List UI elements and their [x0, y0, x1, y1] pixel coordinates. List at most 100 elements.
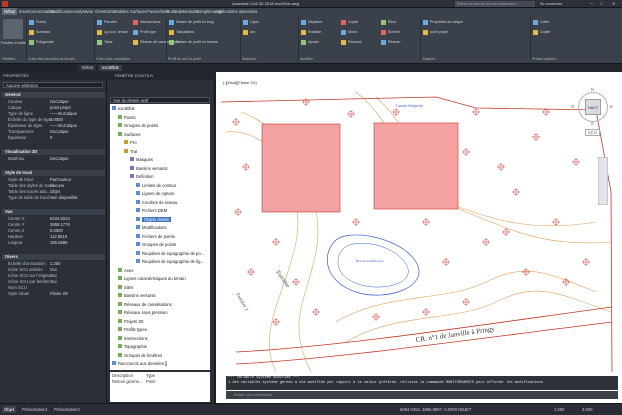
ribbon-tool-icon[interactable]	[169, 40, 174, 45]
drawing-canvas[interactable]: [-][Haut][Filaire 2D] Limite d'emprise Fo…	[216, 72, 622, 403]
property-row[interactable]: Épaisseur 0	[4, 135, 104, 140]
tree-item[interactable]: Courbes de niveau	[136, 199, 177, 205]
property-row[interactable]: Épaisseur de ligne ——DuCalque	[4, 123, 104, 128]
property-value[interactable]: ——DuCalque	[50, 111, 77, 116]
navigation-bar[interactable]	[598, 157, 608, 205]
property-value[interactable]: 1.0000	[50, 117, 63, 122]
ribbon-tool-icon[interactable]	[301, 30, 306, 35]
property-row[interactable]: Centre Y 3858.1776	[4, 222, 104, 227]
property-value[interactable]: DuCalque	[50, 99, 69, 104]
property-row[interactable]: Matériau DuCalque	[4, 156, 104, 161]
ribbon-tool-button[interactable]: Rotation	[308, 30, 321, 35]
property-row[interactable]: Largeur 155.5596	[4, 240, 104, 245]
tree-item[interactable]: Pro	[124, 140, 137, 145]
ucs-menu[interactable]: SCU	[585, 129, 600, 136]
tab-start[interactable]: Début	[79, 65, 97, 71]
property-row[interactable]: Nom SCU	[4, 285, 104, 290]
property-row[interactable]: Type de table de tracé Non disponible	[4, 195, 104, 200]
detail-cell[interactable]: Relevé géomé...	[112, 379, 143, 384]
ribbon-tool-icon[interactable]	[381, 30, 386, 35]
property-value[interactable]: 155.5596	[50, 240, 67, 245]
ribbon-tool-icon[interactable]	[133, 20, 138, 25]
ribbon-tool-button[interactable]: Points	[36, 20, 46, 25]
property-value[interactable]: Aucune	[50, 183, 64, 188]
ribbon-tool-icon[interactable]	[381, 20, 386, 25]
ribbon-tool-button[interactable]: Parcelle	[104, 20, 117, 25]
tree-item[interactable]: Bassins versants	[130, 165, 168, 171]
ribbon-tool-button[interactable]: Déplacer	[308, 20, 322, 25]
ribbon-tool-button[interactable]: Dessin de profil en long	[176, 20, 214, 25]
tree-item[interactable]: Bassins versants	[118, 293, 156, 298]
model-toggle[interactable]: OBJET	[456, 406, 474, 413]
annotation-scale[interactable]: 1:250	[552, 406, 566, 413]
ribbon-tool-icon[interactable]	[533, 30, 538, 35]
property-section-header[interactable]: Style de tracé	[2, 170, 105, 176]
property-value[interactable]: 112.8519	[50, 234, 67, 239]
property-value[interactable]: DuCalque	[50, 156, 69, 161]
tree-item[interactable]: Modifications	[136, 225, 166, 230]
tree-item[interactable]: Requêtes de topographie de po...	[136, 250, 204, 256]
property-value[interactable]: 5104.0244	[50, 216, 70, 221]
property-section-header[interactable]: Visualisation 3D	[2, 149, 105, 155]
tree-item[interactable]: exo30bis	[112, 106, 135, 111]
tree-item[interactable]: Réseaux sous pression	[118, 310, 168, 315]
detail-cell[interactable]: Point	[146, 379, 156, 384]
property-section-header[interactable]: Vue	[2, 209, 105, 215]
ribbon-tool-button[interactable]: Lg cour. terrain	[104, 30, 128, 35]
ribbon-tool-button[interactable]: Surfaces	[36, 30, 50, 35]
ribbon-tool-icon[interactable]	[97, 40, 102, 45]
tree-item[interactable]: Réseaux de canalisations	[118, 301, 172, 307]
ribbon-tool-button[interactable]: Réseau	[388, 40, 400, 45]
ribbon-tool-icon[interactable]	[243, 30, 248, 35]
property-row[interactable]: Couleur DuCalque	[4, 99, 104, 104]
tab-layout1[interactable]: Présentation1	[20, 406, 50, 413]
ribbon-tool-icon[interactable]	[341, 30, 346, 35]
units-readout[interactable]: 3.500	[580, 406, 594, 413]
ribbon-tool-icon[interactable]	[169, 20, 174, 25]
ribbon-tool-button[interactable]: Profil type	[140, 30, 156, 35]
ribbon-tool-button[interactable]: Copier	[540, 30, 551, 35]
ribbon-tool-button[interactable]: Polygonale	[36, 40, 54, 45]
tree-item[interactable]: Lignes de rupture	[136, 191, 175, 196]
tree-item[interactable]: Fichiers DEM	[136, 208, 167, 213]
ribbon-tool-icon[interactable]	[97, 20, 102, 25]
ribbon-tool-button[interactable]: Ligne	[250, 20, 259, 25]
property-value[interactable]: 0.0000	[50, 228, 63, 233]
tree-item[interactable]: Trat	[124, 148, 137, 154]
search-input[interactable]: Entrez un mot-clé ou une expression	[455, 1, 535, 7]
property-row[interactable]: Échelle d'annotation 1:250	[4, 261, 104, 266]
ribbon-item[interactable]: Fenêtre d'outils	[1, 41, 25, 46]
property-row[interactable]: Calque point projet	[4, 105, 104, 110]
ribbon-tool-icon[interactable]	[133, 30, 138, 35]
tree-item[interactable]: Surfaces	[118, 131, 141, 137]
property-row[interactable]: Style de tracé ParCouleur	[4, 177, 104, 182]
ribbon-tool-button[interactable]: Raccord	[348, 40, 361, 45]
ribbon-tool-button[interactable]: Miroir	[348, 30, 357, 35]
property-value[interactable]: point projet	[50, 105, 71, 110]
ribbon-tool-icon[interactable]	[97, 30, 102, 35]
tree-item[interactable]: Groupes de points	[118, 123, 158, 128]
ribbon-tool-icon[interactable]	[169, 30, 174, 35]
minimize-icon[interactable]: ─	[590, 1, 593, 7]
tree-item[interactable]: Lignes caractéristiques du terrain	[118, 276, 186, 281]
tree-item[interactable]: Requêtes de topographie de fig...	[136, 259, 204, 264]
tree-item[interactable]: Axes	[118, 267, 133, 273]
ribbon-tool-icon[interactable]	[423, 30, 428, 35]
menu-item[interactable]: Début	[2, 8, 18, 15]
property-value[interactable]: 3858.1776	[50, 222, 70, 227]
ribbon-tool-icon[interactable]	[341, 20, 346, 25]
viewcube-top-face[interactable]: HAUT	[585, 99, 601, 115]
ribbon-tool-button[interactable]: Intersections	[140, 20, 160, 25]
ribbon-tool-icon[interactable]	[423, 20, 428, 25]
sign-in-link[interactable]: Se connecter	[540, 1, 562, 7]
tab-layout2[interactable]: Présentation2	[52, 406, 82, 413]
ribbon-tool-icon[interactable]	[29, 30, 34, 35]
tree-item[interactable]: Topographie	[118, 344, 147, 349]
property-value[interactable]: Oui	[50, 279, 57, 284]
property-row[interactable]: Icône SCU sur l'origine Oui	[4, 273, 104, 278]
property-value[interactable]: Objet	[50, 189, 60, 194]
viewcube[interactable]: HAUT N S E O SCU	[568, 84, 618, 144]
ribbon-tool-button[interactable]: point projet	[430, 30, 448, 35]
tab-drawing[interactable]: exo30bis	[99, 65, 122, 71]
ribbon-tool-button[interactable]: Tabulations	[176, 30, 194, 35]
